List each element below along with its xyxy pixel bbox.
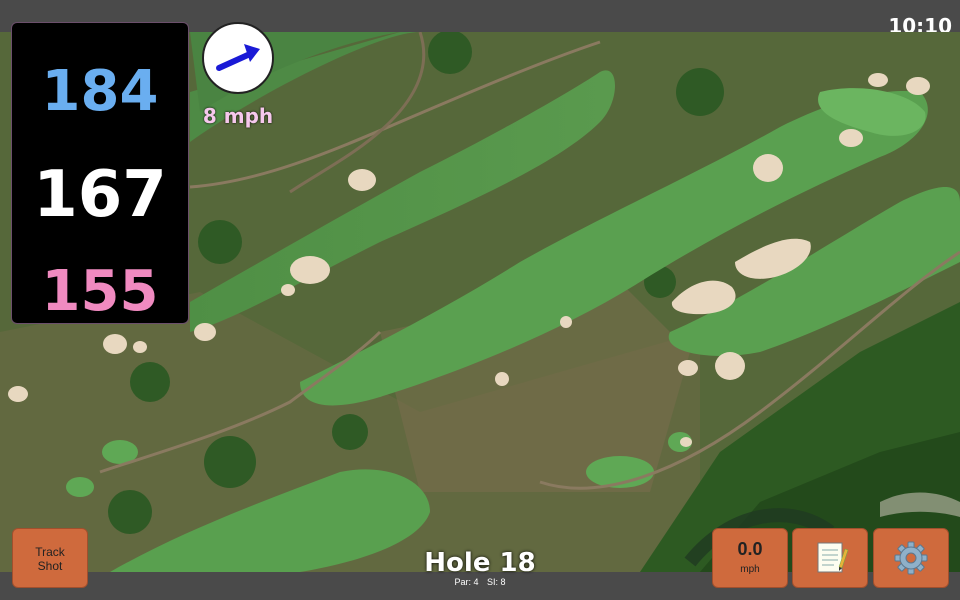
track-shot-button[interactable]: Track Shot bbox=[12, 528, 88, 588]
back-of-green-distance: 184 bbox=[41, 59, 159, 124]
distance-panel: 184 167 155 bbox=[11, 22, 189, 324]
center-of-green-distance: 167 bbox=[33, 158, 167, 232]
wind-direction-arrow-icon bbox=[216, 44, 260, 71]
notepad-icon bbox=[817, 542, 849, 573]
hole-meta: Par: 4 SI: 8 bbox=[380, 577, 580, 587]
front-of-green-distance: 155 bbox=[41, 259, 159, 324]
speed-unit: mph bbox=[740, 564, 760, 575]
settings-button[interactable] bbox=[873, 528, 949, 588]
gear-icon bbox=[894, 541, 928, 575]
scorecard-notes-button[interactable] bbox=[792, 528, 868, 588]
track-shot-label-line1: Track bbox=[35, 545, 65, 559]
hole-title: Hole 18 bbox=[424, 548, 536, 578]
wind-direction-indicator bbox=[202, 22, 274, 94]
hole-stroke-index: SI: 8 bbox=[487, 577, 506, 587]
speed-value: 0.0 bbox=[737, 539, 763, 559]
speed-button[interactable]: 0.0 mph bbox=[712, 528, 788, 588]
track-shot-label-line2: Shot bbox=[37, 559, 63, 573]
wind-speed-label: 8 mph bbox=[202, 104, 274, 128]
hole-par: Par: 4 bbox=[454, 577, 479, 587]
